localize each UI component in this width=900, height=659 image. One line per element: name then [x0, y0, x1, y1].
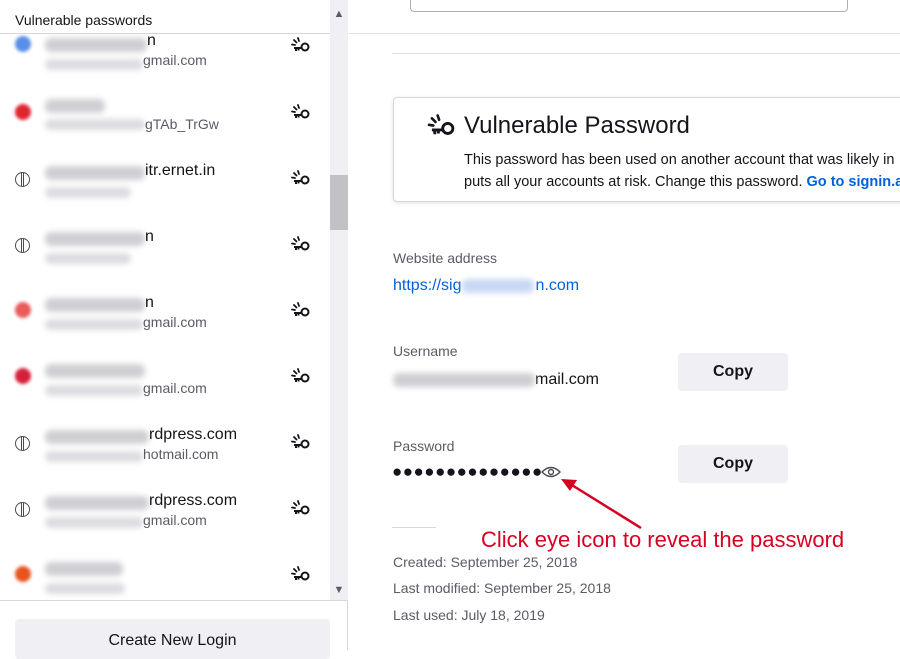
site-favicon — [15, 104, 31, 120]
login-title: itr.ernet.in — [145, 162, 216, 179]
login-username: hotmail.com — [143, 446, 219, 462]
divider — [349, 33, 900, 34]
redacted-username — [393, 372, 535, 387]
search-input[interactable] — [410, 0, 848, 12]
login-list-item[interactable]: rdpress.com hotmail.com — [0, 424, 330, 490]
redacted-username — [45, 119, 145, 130]
site-favicon — [15, 368, 31, 384]
vulnerable-key-icon — [291, 566, 310, 581]
vulnerable-key-icon — [291, 104, 310, 119]
annotation-arrow-icon — [561, 479, 642, 530]
login-list: n gmail.com gTAb_TrGw itr.ernet.in n n g… — [0, 34, 330, 600]
vulnerable-key-icon — [291, 500, 310, 515]
globe-icon — [15, 436, 30, 451]
created-date: Created: September 25, 2018 — [393, 554, 578, 570]
redacted-title — [45, 298, 145, 312]
logins-sidebar: Vulnerable passwords n gmail.com gTAb_Tr… — [0, 0, 348, 659]
copy-username-button[interactable]: Copy — [678, 353, 788, 391]
redacted-username — [45, 319, 143, 330]
vulnerable-key-icon — [291, 170, 310, 185]
login-username: gmail.com — [143, 52, 207, 68]
divider — [392, 527, 436, 528]
sidebar-footer: Create New Login — [0, 600, 347, 659]
username-label: Username — [393, 343, 458, 359]
login-list-item[interactable] — [0, 556, 330, 600]
redacted-username — [45, 583, 125, 594]
divider — [392, 53, 900, 54]
login-list-item[interactable]: gmail.com — [0, 358, 330, 424]
site-favicon — [15, 36, 31, 52]
login-list-item[interactable]: itr.ernet.in — [0, 160, 330, 226]
alert-title: Vulnerable Password — [464, 112, 690, 139]
vulnerable-password-alert: Vulnerable Password This password has be… — [393, 97, 900, 202]
alert-text: This password has been used on another a… — [464, 152, 895, 168]
login-title: rdpress.com — [149, 492, 238, 509]
website-url-start: https://sig — [393, 277, 462, 294]
redacted-title — [45, 562, 123, 576]
vulnerable-key-icon — [291, 236, 310, 251]
login-title: n — [147, 34, 156, 49]
sidebar-scrollbar[interactable]: ▲ ▼ — [330, 0, 348, 600]
site-favicon — [15, 566, 31, 582]
login-list-item[interactable]: n gmail.com — [0, 34, 330, 94]
website-url-end: n.com — [535, 277, 580, 294]
login-title: n — [145, 294, 154, 311]
copy-password-button[interactable]: Copy — [678, 445, 788, 483]
modified-date: Last modified: September 25, 2018 — [393, 580, 611, 596]
redacted-username — [45, 59, 143, 70]
login-username: gTAb_TrGw — [145, 116, 219, 132]
login-list-item[interactable]: n — [0, 226, 330, 292]
login-username: gmail.com — [143, 380, 207, 396]
redacted-title — [45, 430, 149, 444]
globe-icon — [15, 172, 30, 187]
last-used-date: Last used: July 18, 2019 — [393, 607, 545, 623]
go-to-site-link[interactable]: Go to signin.a — [807, 174, 900, 190]
redacted-title — [45, 232, 145, 246]
website-address-label: Website address — [393, 250, 498, 266]
login-username: gmail.com — [143, 512, 207, 528]
login-list-item[interactable]: rdpress.com gmail.com — [0, 490, 330, 556]
username-visible: mail.com — [535, 371, 600, 388]
redacted-username — [45, 385, 143, 396]
vulnerable-key-icon — [427, 114, 455, 135]
redacted-title — [45, 364, 145, 378]
login-detail-panel: Vulnerable Password This password has be… — [349, 0, 900, 650]
annotation-text: Click eye icon to reveal the password — [481, 527, 845, 552]
username-value: mail.com — [393, 371, 599, 389]
password-value: ●●●●●●●●●●●●●● — [392, 462, 543, 481]
password-label: Password — [393, 438, 455, 454]
login-title: rdpress.com — [149, 426, 238, 443]
vulnerable-key-icon — [291, 368, 310, 383]
redacted-title — [45, 38, 147, 52]
sidebar-header: Vulnerable passwords — [0, 0, 330, 34]
login-title: n — [145, 228, 154, 245]
website-url-link[interactable]: https://sig n.com — [393, 277, 579, 295]
vulnerable-key-icon — [291, 37, 310, 52]
scroll-thumb[interactable] — [330, 175, 348, 230]
redacted-title — [45, 99, 105, 113]
redacted-username — [45, 253, 131, 264]
login-list-item[interactable]: n gmail.com — [0, 292, 330, 358]
redacted-title — [45, 166, 145, 180]
redacted-username — [45, 451, 143, 462]
scroll-up-arrow-icon[interactable]: ▲ — [333, 8, 345, 20]
redacted-title — [45, 496, 149, 510]
redacted-username — [45, 187, 131, 198]
site-favicon — [15, 302, 31, 318]
vulnerable-key-icon — [291, 434, 310, 449]
scroll-down-arrow-icon[interactable]: ▼ — [333, 584, 345, 596]
alert-text-line2: puts all your accounts at risk. Change t… — [464, 174, 900, 190]
globe-icon — [15, 238, 30, 253]
vulnerable-key-icon — [291, 302, 310, 317]
login-list-item[interactable]: gTAb_TrGw — [0, 94, 330, 160]
globe-icon — [15, 502, 30, 517]
redacted-url — [462, 278, 535, 293]
login-username: gmail.com — [143, 314, 207, 330]
create-new-login-button[interactable]: Create New Login — [15, 619, 330, 659]
redacted-username — [45, 517, 143, 528]
alert-text: puts all your accounts at risk. Change t… — [464, 174, 803, 190]
